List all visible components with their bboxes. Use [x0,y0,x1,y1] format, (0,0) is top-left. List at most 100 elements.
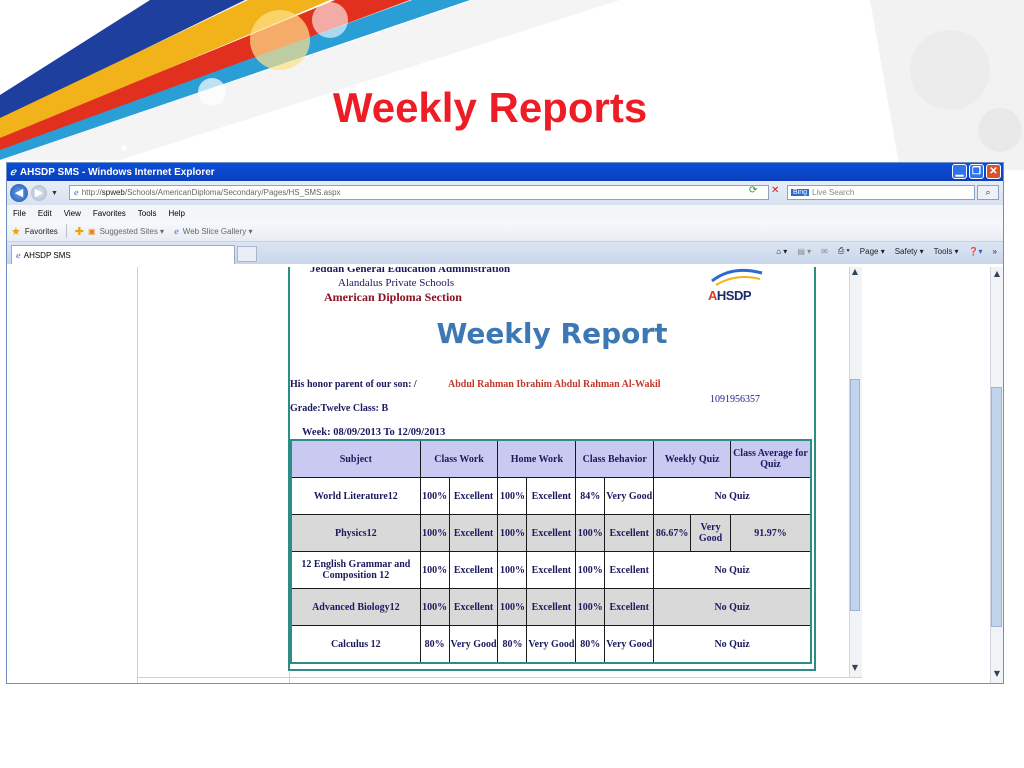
home-icon[interactable]: ⌂ ▾ [776,247,787,256]
school-name: Alandalus Private Schools [338,277,455,289]
web-slice-gallery-link[interactable]: Web Slice Gallery ▾ [183,227,253,236]
subject-cell: World Literature12 [290,477,421,515]
more-chevron-icon[interactable]: » [993,247,997,256]
hw-grade: Excellent [526,588,577,626]
menu-help[interactable]: Help [168,209,184,218]
quiz-cell: No Quiz [653,477,812,515]
cb-grade: Excellent [604,514,655,552]
suggested-sites-icon: ▣ [88,226,96,236]
quiz-cell: No Quiz [653,588,812,626]
tools-menu[interactable]: Tools ▾ [934,247,959,256]
maximize-button[interactable]: ❐ [969,164,984,179]
inner-scroll-down-icon[interactable]: ▼ [849,663,861,672]
menu-favorites[interactable]: Favorites [93,209,126,218]
cb-pct: 100% [575,588,606,626]
table-row: Advanced Biology12 100% Excellent 100% E… [290,588,812,626]
url-host: spweb [101,188,125,197]
page-icon: ℯ [74,188,79,197]
tab-ahsdp-sms[interactable]: ℯ AHSDP SMS [11,245,235,264]
slide-title: Weekly Reports [332,84,648,131]
table-row: Calculus 12 80% Very Good 80% Very Good … [290,625,812,664]
favorites-button[interactable]: Favorites [25,227,58,236]
header-class-average: Class Average for Quiz [729,439,812,478]
search-icon[interactable]: ⌕ [977,185,999,200]
cb-pct: 100% [575,551,606,589]
logo-letter-a: A [708,288,717,303]
cw-pct: 100% [419,514,450,552]
cw-pct: 100% [419,588,450,626]
admin-line: Jeddah General Education Administration [310,267,511,275]
cb-pct: 100% [575,514,606,552]
menu-tools[interactable]: Tools [138,209,157,218]
tab-title: AHSDP SMS [23,250,71,260]
favorites-star-icon: ★ [11,225,21,238]
address-row: ◀ ▶ ▼ ℯ http://spweb/Schools/AmericanDip… [7,181,1003,205]
hw-grade: Excellent [526,514,577,552]
weekly-report-page: Jeddah General Education Administration … [288,267,816,671]
search-placeholder: Live Search [812,188,855,197]
suggested-sites-link[interactable]: Suggested Sites ▾ [100,227,165,236]
cw-pct: 100% [419,551,450,589]
subject-cell: Calculus 12 [290,625,421,664]
ie-logo-icon: ℯ [10,166,16,178]
menu-view[interactable]: View [64,209,81,218]
hw-pct: 100% [497,551,528,589]
menu-edit[interactable]: Edit [38,209,52,218]
quiz-cell: No Quiz [653,625,812,664]
mail-icon[interactable]: ✉ [821,247,828,256]
tab-row: ℯ AHSDP SMS ⌂ ▾ ▤ ▾ ✉ ⎙ ▾ Page ▾ Safety … [7,242,1003,264]
favorites-bar: ★ Favorites ✚ ▣ Suggested Sites ▾ ℯ Web … [7,221,1003,242]
search-input[interactable]: Bing Live Search [787,185,975,200]
new-tab-button[interactable] [237,246,257,262]
stop-icon[interactable]: ✕ [771,185,779,196]
cw-grade: Excellent [448,551,499,589]
url-path: /Schools/AmericanDiploma/Secondary/Pages… [124,188,341,197]
parent-label: His honor parent of our son: / [290,379,417,390]
student-name: Abdul Rahman Ibrahim Abdul Rahman Al-Wak… [448,379,661,390]
cb-pct: 80% [575,625,606,664]
header-home-work: Home Work [497,439,577,478]
minimize-button[interactable]: ▁ [952,164,967,179]
print-icon[interactable]: ⎙ ▾ [838,246,850,256]
address-bar[interactable]: ℯ http://spweb/Schools/AmericanDiploma/S… [69,185,769,200]
hw-grade: Excellent [526,551,577,589]
cw-grade: Excellent [448,588,499,626]
forward-button[interactable]: ▶ [31,185,47,201]
section-name: American Diploma Section [324,290,462,304]
title-bar: ℯ AHSDP SMS - Windows Internet Explorer … [7,163,1003,181]
refresh-icon[interactable]: ⟳ [749,185,757,196]
page-scroll-thumb[interactable] [991,387,1002,627]
inner-scroll-thumb[interactable] [850,379,860,611]
quiz-average: 91.97% [729,514,812,552]
cw-grade: Very Good [448,625,499,664]
separator [65,224,67,238]
safety-menu[interactable]: Safety ▾ [895,247,924,256]
bing-logo-icon: Bing [791,189,810,196]
command-bar: ⌂ ▾ ▤ ▾ ✉ ⎙ ▾ Page ▾ Safety ▾ Tools ▾ ❓▾… [776,246,997,256]
week-range: Week: 08/09/2013 To 12/09/2013 [302,427,446,438]
page-scroll-up-icon[interactable]: ▲ [991,269,1003,278]
quiz-grade: Very Good [690,514,731,552]
back-button[interactable]: ◀ [10,184,28,202]
history-dropdown-icon[interactable]: ▼ [51,190,58,197]
header-subject: Subject [290,439,421,478]
help-icon[interactable]: ❓▾ [969,247,983,256]
feeds-icon[interactable]: ▤ ▾ [797,247,811,256]
page-menu[interactable]: Page ▾ [860,247,885,256]
add-favorite-icon[interactable]: ✚ [75,225,84,238]
bottom-divider [137,677,862,678]
cb-grade: Very Good [604,477,655,515]
table-row: Physics12 100% Excellent 100% Excellent … [290,514,812,552]
table-row: 12 English Grammar and Composition 12 10… [290,551,812,589]
header-weekly-quiz: Weekly Quiz [653,439,731,478]
page-content: Jeddah General Education Administration … [7,267,1003,683]
close-button[interactable]: ✕ [986,164,1001,179]
page-scroll-down-icon[interactable]: ▼ [991,669,1003,678]
inner-scroll-up-icon[interactable]: ▲ [849,267,861,276]
table-header-row: Subject Class Work Home Work Class Behav… [290,439,812,478]
subject-cell: Advanced Biology12 [290,588,421,626]
hw-grade: Very Good [526,625,577,664]
grade-class: Grade:Twelve Class: B [290,403,389,414]
subject-cell: Physics12 [290,514,421,552]
menu-file[interactable]: File [13,209,26,218]
